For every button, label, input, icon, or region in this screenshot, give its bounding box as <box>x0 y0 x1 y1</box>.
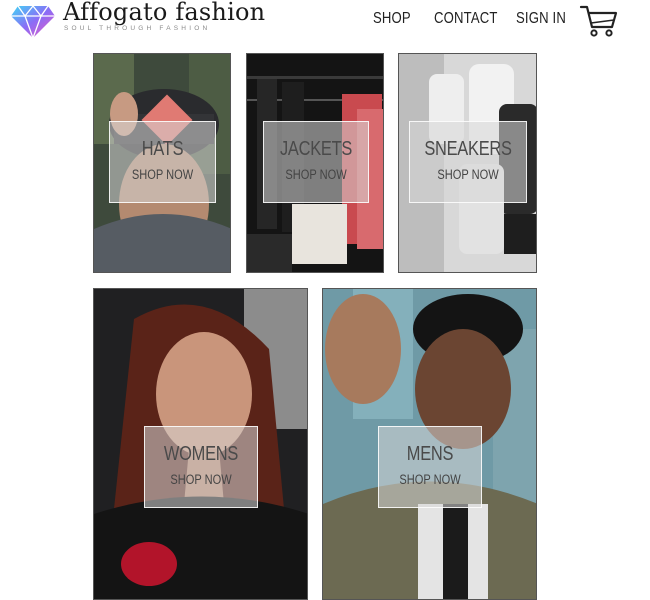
category-tile-mens[interactable]: MENS SHOP NOW <box>322 288 537 600</box>
category-overlay: SNEAKERS SHOP NOW <box>409 121 527 203</box>
diamond-icon[interactable] <box>10 2 56 40</box>
shop-now-link[interactable]: SHOP NOW <box>155 472 247 487</box>
brand-tagline: SOUL THROUGH FASHION <box>64 25 211 32</box>
brand-title[interactable]: Affogato fashion <box>63 0 265 26</box>
category-tile-sneakers[interactable]: SNEAKERS SHOP NOW <box>398 53 537 273</box>
category-title: JACKETS <box>279 138 353 160</box>
site-header: Affogato fashion SOUL THROUGH FASHION SH… <box>0 0 650 46</box>
category-overlay: MENS SHOP NOW <box>378 426 482 508</box>
cart-icon[interactable] <box>579 3 619 39</box>
shop-now-link[interactable]: SHOP NOW <box>420 167 515 182</box>
nav-sign-in-link[interactable]: SIGN IN <box>516 10 566 28</box>
category-overlay: WOMENS SHOP NOW <box>144 426 258 508</box>
nav-shop-link[interactable]: SHOP <box>373 10 411 28</box>
category-overlay: JACKETS SHOP NOW <box>263 121 369 203</box>
shop-now-link[interactable]: SHOP NOW <box>273 167 358 182</box>
shop-now-link[interactable]: SHOP NOW <box>119 167 205 182</box>
nav-contact-link[interactable]: CONTACT <box>434 10 498 28</box>
category-tile-jackets[interactable]: JACKETS SHOP NOW <box>246 53 384 273</box>
category-title: MENS <box>406 443 454 465</box>
shop-now-link[interactable]: SHOP NOW <box>388 472 472 487</box>
category-title: HATS <box>141 138 184 160</box>
category-title: WOMENS <box>163 443 239 465</box>
category-tile-womens[interactable]: WOMENS SHOP NOW <box>93 288 308 600</box>
category-overlay: HATS SHOP NOW <box>109 121 216 203</box>
category-tile-hats[interactable]: HATS SHOP NOW <box>93 53 231 273</box>
category-title: SNEAKERS <box>424 138 512 160</box>
